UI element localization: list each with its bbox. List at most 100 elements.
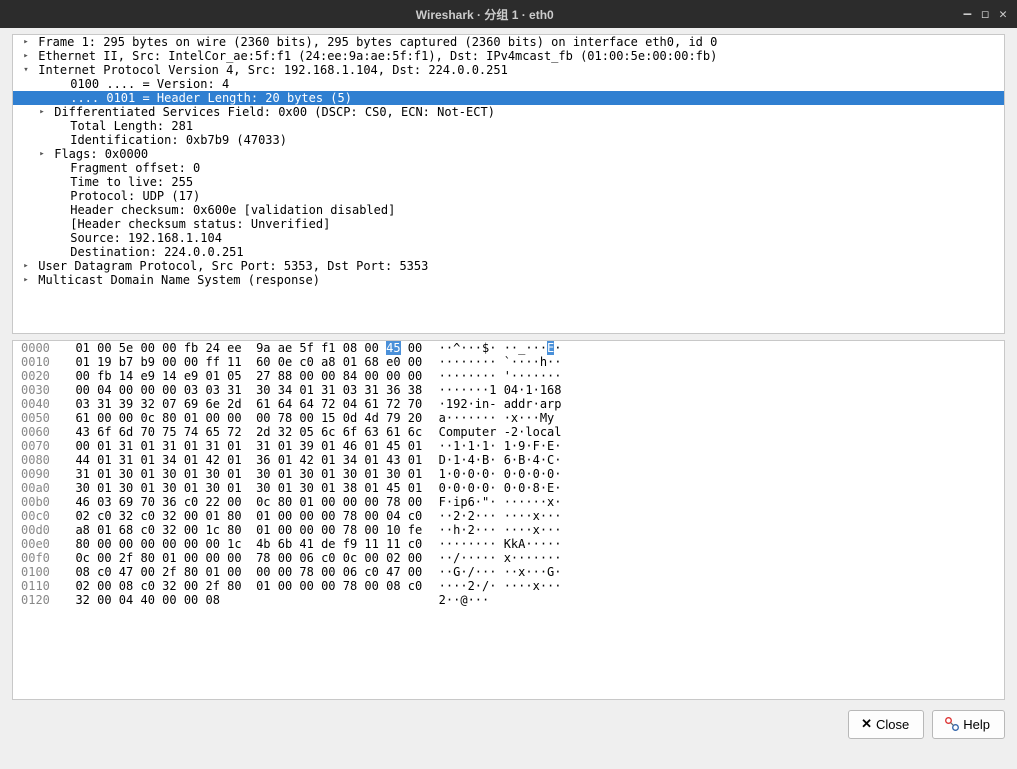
window-title: Wireshark · 分组 1 · eth0	[6, 6, 964, 23]
hex-bytes: 01 19 b7 b9 00 00 ff 11 60 0e c0 a8 01 6…	[61, 355, 417, 369]
hex-row[interactable]: 0100 08 c0 47 00 2f 80 01 00 00 00 78 00…	[13, 565, 1004, 579]
tree-row[interactable]: ▾ Internet Protocol Version 4, Src: 192.…	[13, 63, 1004, 77]
hex-row[interactable]: 0080 44 01 31 01 34 01 42 01 36 01 42 01…	[13, 453, 1004, 467]
no-arrow: ▸	[53, 91, 63, 105]
tree-label: Multicast Domain Name System (response)	[31, 273, 320, 287]
hex-ascii: ········ `····h··	[417, 355, 562, 369]
expand-down-icon[interactable]: ▾	[21, 63, 31, 77]
hex-bytes: 08 c0 47 00 2f 80 01 00 00 00 78 00 06 c…	[61, 565, 417, 579]
hex-bytes: a8 01 68 c0 32 00 1c 80 01 00 00 00 78 0…	[61, 523, 417, 537]
tree-row[interactable]: ▸ Source: 192.168.1.104	[13, 231, 1004, 245]
tree-label: [Header checksum status: Unverified]	[63, 217, 330, 231]
tree-row[interactable]: ▸ Frame 1: 295 bytes on wire (2360 bits)…	[13, 35, 1004, 49]
tree-row-selected[interactable]: ▸ .... 0101 = Header Length: 20 bytes (5…	[13, 91, 1004, 105]
hex-row[interactable]: 00d0 a8 01 68 c0 32 00 1c 80 01 00 00 00…	[13, 523, 1004, 537]
window-controls: – ◻ ✕	[964, 7, 1011, 22]
no-arrow: ▸	[53, 161, 63, 175]
tree-row[interactable]: ▸ Header checksum: 0x600e [validation di…	[13, 203, 1004, 217]
tree-label: .... 0101 = Header Length: 20 bytes (5)	[63, 91, 352, 105]
hex-row[interactable]: 0060 43 6f 6d 70 75 74 65 72 2d 32 05 6c…	[13, 425, 1004, 439]
tree-label: Destination: 224.0.0.251	[63, 245, 244, 259]
tree-label: Ethernet II, Src: IntelCor_ae:5f:f1 (24:…	[31, 49, 717, 63]
tree-row[interactable]: ▸ Multicast Domain Name System (response…	[13, 273, 1004, 287]
hex-row[interactable]: 0120 32 00 04 40 00 00 08 2··@···	[13, 593, 1004, 607]
hex-row[interactable]: 00a0 30 01 30 01 30 01 30 01 30 01 30 01…	[13, 481, 1004, 495]
tree-row[interactable]: ▸ User Datagram Protocol, Src Port: 5353…	[13, 259, 1004, 273]
no-arrow: ▸	[53, 245, 63, 259]
expand-right-icon[interactable]: ▸	[21, 35, 31, 49]
hex-offset: 0070	[13, 439, 61, 453]
close-label: Close	[876, 717, 909, 732]
tree-label: Flags: 0x0000	[47, 147, 148, 161]
hex-row[interactable]: 0030 00 04 00 00 00 03 03 31 30 34 01 31…	[13, 383, 1004, 397]
ascii-highlight: E	[547, 341, 554, 355]
hex-row[interactable]: 0110 02 00 08 c0 32 00 2f 80 01 00 00 00…	[13, 579, 1004, 593]
tree-row[interactable]: ▸ Ethernet II, Src: IntelCor_ae:5f:f1 (2…	[13, 49, 1004, 63]
packet-details-tree[interactable]: ▸ Frame 1: 295 bytes on wire (2360 bits)…	[12, 34, 1005, 334]
hex-bytes: 0c 00 2f 80 01 00 00 00 78 00 06 c0 0c 0…	[61, 551, 417, 565]
tree-label: Protocol: UDP (17)	[63, 189, 200, 203]
expand-right-icon[interactable]: ▸	[21, 49, 31, 63]
tree-label: Time to live: 255	[63, 175, 193, 189]
hex-ascii: ··^···$· ··_···E·	[417, 341, 562, 355]
no-arrow: ▸	[53, 133, 63, 147]
hex-bytes: 80 00 00 00 00 00 00 1c 4b 6b 41 de f9 1…	[61, 537, 417, 551]
close-button[interactable]: ✕ Close	[848, 710, 924, 739]
close-icon[interactable]: ✕	[999, 7, 1007, 22]
minimize-icon[interactable]: –	[964, 7, 972, 22]
hex-row[interactable]: 00c0 02 c0 32 c0 32 00 01 80 01 00 00 00…	[13, 509, 1004, 523]
expand-right-icon[interactable]: ▸	[37, 105, 47, 119]
tree-row[interactable]: ▸ Identification: 0xb7b9 (47033)	[13, 133, 1004, 147]
hex-row[interactable]: 0020 00 fb 14 e9 14 e9 01 05 27 88 00 00…	[13, 369, 1004, 383]
hex-row[interactable]: 0040 03 31 39 32 07 69 6e 2d 61 64 64 72…	[13, 397, 1004, 411]
tree-row[interactable]: ▸ Flags: 0x0000	[13, 147, 1004, 161]
hex-ascii: ··h·2··· ····x···	[417, 523, 562, 537]
tree-row[interactable]: ▸ [Header checksum status: Unverified]	[13, 217, 1004, 231]
hex-offset: 0060	[13, 425, 61, 439]
hex-offset: 0040	[13, 397, 61, 411]
hex-row[interactable]: 00b0 46 03 69 70 36 c0 22 00 0c 80 01 00…	[13, 495, 1004, 509]
tree-label: Identification: 0xb7b9 (47033)	[63, 133, 287, 147]
hex-row[interactable]: 0000 01 00 5e 00 00 fb 24 ee 9a ae 5f f1…	[13, 341, 1004, 355]
hex-row[interactable]: 00f0 0c 00 2f 80 01 00 00 00 78 00 06 c0…	[13, 551, 1004, 565]
tree-row[interactable]: ▸ Fragment offset: 0	[13, 161, 1004, 175]
hex-offset: 0020	[13, 369, 61, 383]
tree-label: Differentiated Services Field: 0x00 (DSC…	[47, 105, 495, 119]
hex-bytes: 00 01 31 01 31 01 31 01 31 01 39 01 46 0…	[61, 439, 417, 453]
hex-ascii: 1·0·0·0· 0·0·0·0·	[417, 467, 562, 481]
hex-row[interactable]: 0070 00 01 31 01 31 01 31 01 31 01 39 01…	[13, 439, 1004, 453]
hex-offset: 0030	[13, 383, 61, 397]
tree-row[interactable]: ▸ Protocol: UDP (17)	[13, 189, 1004, 203]
hex-row[interactable]: 0050 61 00 00 0c 80 01 00 00 00 78 00 15…	[13, 411, 1004, 425]
tree-row[interactable]: ▸ Time to live: 255	[13, 175, 1004, 189]
tree-row[interactable]: ▸ Differentiated Services Field: 0x00 (D…	[13, 105, 1004, 119]
hex-ascii: 2··@···	[417, 593, 489, 607]
hex-ascii: ··G·/··· ··x···G·	[417, 565, 562, 579]
tree-row[interactable]: ▸ Destination: 224.0.0.251	[13, 245, 1004, 259]
maximize-icon[interactable]: ◻	[981, 7, 989, 22]
tree-label: Internet Protocol Version 4, Src: 192.16…	[31, 63, 508, 77]
help-icon	[945, 717, 959, 731]
hex-offset: 0120	[13, 593, 61, 607]
hex-bytes: 30 01 30 01 30 01 30 01 30 01 30 01 38 0…	[61, 481, 417, 495]
hex-bytes: 61 00 00 0c 80 01 00 00 00 78 00 15 0d 4…	[61, 411, 417, 425]
hex-row[interactable]: 0090 31 01 30 01 30 01 30 01 30 01 30 01…	[13, 467, 1004, 481]
hex-bytes: 32 00 04 40 00 00 08	[61, 593, 417, 607]
hex-row[interactable]: 0010 01 19 b7 b9 00 00 ff 11 60 0e c0 a8…	[13, 355, 1004, 369]
tree-label: Header checksum: 0x600e [validation disa…	[63, 203, 395, 217]
expand-right-icon[interactable]: ▸	[21, 259, 31, 273]
close-x-icon: ✕	[861, 716, 872, 732]
packet-bytes-hex[interactable]: 0000 01 00 5e 00 00 fb 24 ee 9a ae 5f f1…	[12, 340, 1005, 700]
tree-row[interactable]: ▸ 0100 .... = Version: 4	[13, 77, 1004, 91]
hex-row[interactable]: 00e0 80 00 00 00 00 00 00 1c 4b 6b 41 de…	[13, 537, 1004, 551]
no-arrow: ▸	[53, 189, 63, 203]
expand-right-icon[interactable]: ▸	[21, 273, 31, 287]
tree-label: Fragment offset: 0	[63, 161, 200, 175]
tree-row[interactable]: ▸ Total Length: 281	[13, 119, 1004, 133]
hex-offset: 00d0	[13, 523, 61, 537]
hex-offset: 00a0	[13, 481, 61, 495]
hex-ascii: Computer -2·local	[417, 425, 562, 439]
expand-right-icon[interactable]: ▸	[37, 147, 47, 161]
tree-label: Total Length: 281	[63, 119, 193, 133]
help-button[interactable]: Help	[932, 710, 1005, 739]
